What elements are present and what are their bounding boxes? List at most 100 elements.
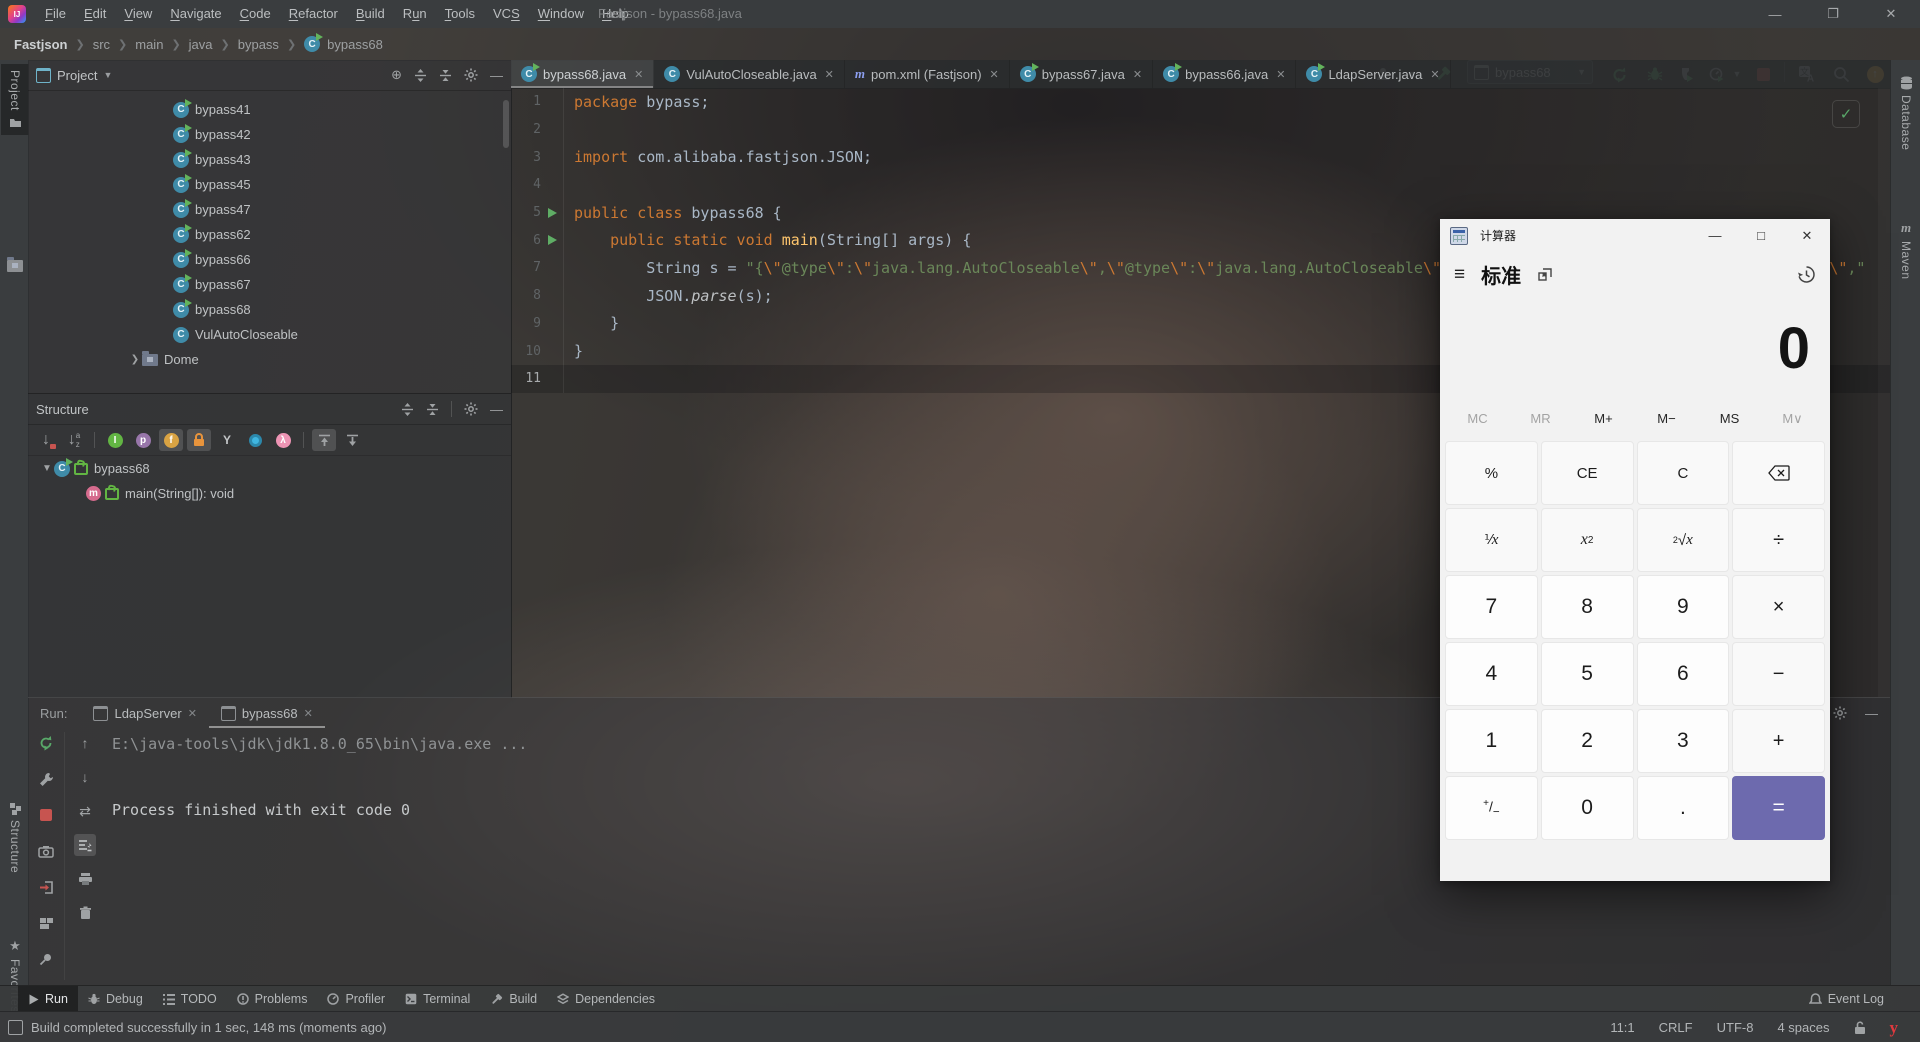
project-view-dropdown-icon[interactable]: ▼ bbox=[103, 70, 112, 80]
key-backspace[interactable] bbox=[1732, 441, 1825, 505]
minimize-window-icon[interactable]: — bbox=[1746, 0, 1804, 28]
tool-window-button-build[interactable]: Build bbox=[480, 986, 547, 1012]
project-tree-item-bypass68[interactable]: Cbypass68 bbox=[28, 297, 511, 322]
close-tab-icon[interactable]: ✕ bbox=[1133, 68, 1142, 81]
key-percent[interactable]: % bbox=[1445, 441, 1538, 505]
breadcrumb-item-bypass[interactable]: bypass bbox=[236, 37, 281, 52]
tool-window-button-dependencies[interactable]: Dependencies bbox=[547, 986, 665, 1012]
key-clear[interactable]: C bbox=[1636, 441, 1730, 505]
key-square-root[interactable]: 2 √ x bbox=[1636, 508, 1730, 572]
menu-item-edit[interactable]: Edit bbox=[75, 0, 115, 28]
project-tree-item-bypass67[interactable]: Cbypass67 bbox=[28, 272, 511, 297]
code-line-4[interactable]: 4 bbox=[511, 171, 1890, 199]
close-tab-icon[interactable]: ✕ bbox=[304, 707, 313, 720]
sort-by-visibility-icon[interactable]: ↓ bbox=[34, 429, 58, 451]
chevron-down-icon[interactable]: ▼ bbox=[40, 463, 54, 474]
close-tab-icon[interactable]: ✕ bbox=[825, 68, 834, 81]
project-scrollbar[interactable] bbox=[503, 100, 509, 148]
key-square[interactable]: x2 bbox=[1540, 508, 1634, 572]
edit-configuration-wrench-icon[interactable] bbox=[35, 768, 57, 790]
key-nine[interactable]: 9 bbox=[1636, 575, 1730, 639]
breadcrumb-item-fastjson[interactable]: Fastjson bbox=[12, 37, 69, 52]
run-tab-ldapserver[interactable]: LdapServer ✕ bbox=[81, 698, 208, 728]
stop-icon[interactable] bbox=[35, 804, 57, 826]
inspections-ok-icon[interactable]: ✓ bbox=[1832, 100, 1860, 128]
menu-item-file[interactable]: File bbox=[36, 0, 75, 28]
caret-position-widget[interactable]: 11:1 bbox=[1610, 1020, 1634, 1035]
clear-trash-icon[interactable] bbox=[74, 902, 96, 924]
tab-ldapserver-java[interactable]: C LdapServer.java ✕ bbox=[1296, 60, 1451, 88]
rerun-icon[interactable] bbox=[35, 732, 57, 754]
history-icon[interactable] bbox=[1797, 265, 1816, 284]
key-subtract[interactable]: − bbox=[1732, 642, 1825, 706]
key-clear-entry[interactable]: CE bbox=[1540, 441, 1634, 505]
key-add[interactable]: + bbox=[1732, 709, 1825, 773]
key-equals[interactable]: = bbox=[1732, 776, 1825, 840]
hide-panel-icon[interactable]: — bbox=[490, 402, 503, 417]
tab-pom-xml-fastjson[interactable]: m pom.xml (Fastjson) ✕ bbox=[845, 60, 1010, 88]
memory-button-m[interactable]: M∨ bbox=[1761, 407, 1824, 431]
key-five[interactable]: 5 bbox=[1540, 642, 1634, 706]
tab-vulautocloseable-java[interactable]: C VulAutoCloseable.java ✕ bbox=[654, 60, 845, 88]
encoding-widget[interactable]: UTF-8 bbox=[1717, 1020, 1754, 1035]
layout-icon[interactable] bbox=[35, 912, 57, 934]
menu-item-vcs[interactable]: VCS bbox=[484, 0, 529, 28]
sidebar-item-database[interactable]: Database bbox=[1891, 76, 1920, 150]
editor-scrollbar[interactable] bbox=[1878, 88, 1890, 697]
project-tree-item-bypass45[interactable]: Cbypass45 bbox=[28, 172, 511, 197]
chevron-right-icon[interactable]: ❯ bbox=[128, 354, 142, 365]
run-line-icon[interactable] bbox=[547, 235, 557, 246]
project-tree-item-dome[interactable]: ❯ Dome bbox=[28, 347, 511, 372]
code-line-3[interactable]: 3 import com.alibaba.fastjson.JSON; bbox=[511, 143, 1890, 172]
sidebar-item-folder[interactable] bbox=[1, 257, 29, 272]
tool-window-button-todo[interactable]: TODO bbox=[153, 986, 227, 1012]
show-fields-icon[interactable]: f bbox=[159, 429, 183, 451]
close-window-icon[interactable]: ✕ bbox=[1784, 219, 1830, 252]
visibility-sort-icon[interactable]: Y bbox=[215, 429, 239, 451]
key-two[interactable]: 2 bbox=[1540, 709, 1634, 773]
collapse-all-icon[interactable] bbox=[426, 403, 439, 416]
close-tab-icon[interactable]: ✕ bbox=[188, 707, 197, 720]
menu-item-run[interactable]: Run bbox=[394, 0, 436, 28]
code-line-2[interactable]: 2 bbox=[511, 115, 1890, 144]
event-log-button[interactable]: Event Log bbox=[1808, 992, 1920, 1006]
project-tree-item-bypass42[interactable]: Cbypass42 bbox=[28, 122, 511, 147]
memory-button-mc[interactable]: MC bbox=[1446, 407, 1509, 431]
tab-bypass66-java[interactable]: Cbypass66.java ✕ bbox=[1153, 60, 1297, 88]
expand-all-icon[interactable] bbox=[401, 402, 414, 416]
autoscroll-to-source-icon[interactable] bbox=[312, 429, 336, 451]
key-eight[interactable]: 8 bbox=[1540, 575, 1634, 639]
settings-gear-icon[interactable] bbox=[1833, 706, 1847, 720]
key-six[interactable]: 6 bbox=[1636, 642, 1730, 706]
menu-item-code[interactable]: Code bbox=[231, 0, 280, 28]
menu-item-navigate[interactable]: Navigate bbox=[161, 0, 230, 28]
key-three[interactable]: 3 bbox=[1636, 709, 1730, 773]
line-ending-widget[interactable]: CRLF bbox=[1659, 1020, 1693, 1035]
settings-gear-icon[interactable] bbox=[464, 68, 478, 82]
close-tab-icon[interactable]: ✕ bbox=[1430, 68, 1439, 81]
locate-icon[interactable]: ⊕ bbox=[391, 67, 402, 83]
key-multiply[interactable]: × bbox=[1732, 575, 1825, 639]
run-line-icon[interactable] bbox=[547, 207, 557, 218]
key-divide[interactable]: ÷ bbox=[1732, 508, 1825, 572]
key-negate[interactable]: +/− bbox=[1445, 776, 1538, 840]
breadcrumb-item-bypass68[interactable]: bypass68 bbox=[325, 37, 385, 52]
tool-window-button-run[interactable]: Run bbox=[18, 986, 78, 1012]
close-window-icon[interactable]: ✕ bbox=[1862, 0, 1920, 28]
code-line-1[interactable]: 1 package bypass; bbox=[511, 88, 1890, 116]
show-lambdas-icon[interactable]: λ bbox=[271, 429, 295, 451]
menu-item-refactor[interactable]: Refactor bbox=[280, 0, 347, 28]
thread-dump-camera-icon[interactable] bbox=[35, 840, 57, 862]
show-properties-icon[interactable]: p bbox=[131, 429, 155, 451]
keep-on-top-icon[interactable] bbox=[1537, 266, 1554, 283]
status-message-row[interactable]: Build completed successfully in 1 sec, 1… bbox=[8, 1020, 387, 1035]
tool-window-button-debug[interactable]: Debug bbox=[78, 986, 153, 1012]
menu-item-build[interactable]: Build bbox=[347, 0, 394, 28]
sidebar-item-maven[interactable]: m Maven bbox=[1891, 220, 1920, 280]
tool-window-button-terminal[interactable]: Terminal bbox=[395, 986, 480, 1012]
tab-bypass67-java[interactable]: Cbypass67.java ✕ bbox=[1010, 60, 1154, 88]
memory-button-m[interactable]: M− bbox=[1635, 407, 1698, 431]
soft-wrap-icon[interactable]: ⇄ bbox=[74, 800, 96, 822]
breadcrumb-item-main[interactable]: main bbox=[133, 37, 165, 52]
key-reciprocal[interactable]: ⅟x bbox=[1445, 508, 1538, 572]
